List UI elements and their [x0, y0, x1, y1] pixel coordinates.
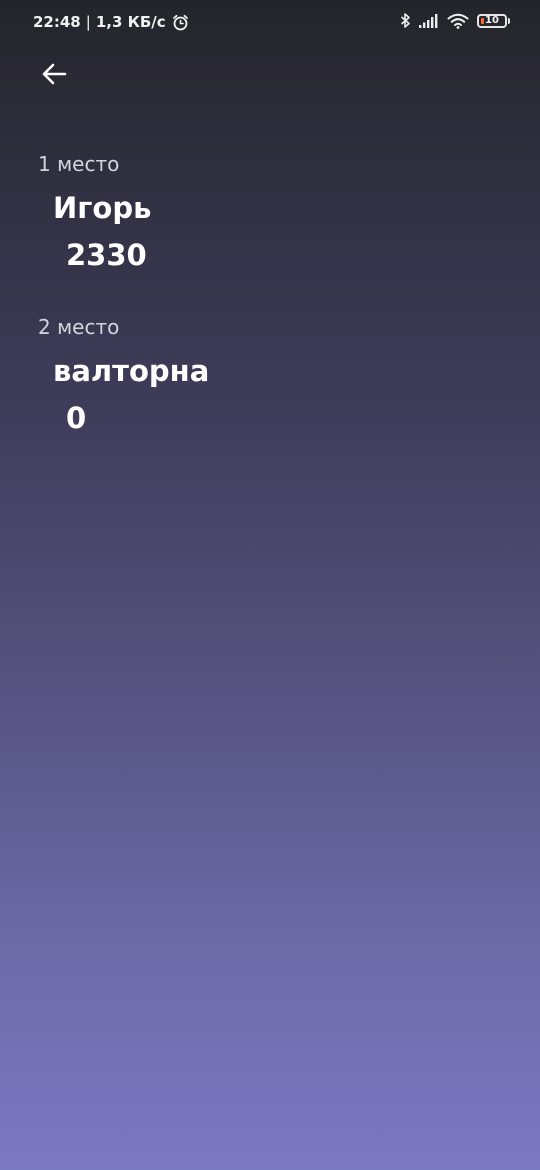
back-button[interactable] — [36, 56, 72, 92]
place-label: 2 место — [38, 315, 120, 339]
status-separator: | — [85, 13, 91, 31]
arrow-left-icon — [41, 63, 67, 85]
status-right: 10 — [400, 12, 510, 29]
battery-body: 10 — [477, 13, 507, 28]
bluetooth-icon — [400, 12, 411, 29]
player-score: 0 — [66, 401, 87, 435]
player-name: Игорь — [53, 191, 152, 225]
battery-cap — [508, 17, 510, 24]
player-name: валторна — [53, 354, 210, 388]
status-time: 22:48 — [33, 13, 81, 31]
place-label: 1 место — [38, 152, 120, 176]
status-left: 22:48 | 1,3 КБ/с — [33, 13, 189, 31]
signal-icon — [419, 13, 439, 28]
status-network-speed: 1,3 КБ/с — [95, 13, 166, 31]
alarm-icon — [172, 14, 189, 31]
status-bar: 22:48 | 1,3 КБ/с 10 — [0, 0, 540, 48]
battery-level: 10 — [485, 14, 499, 26]
player-score: 2330 — [66, 238, 147, 272]
wifi-icon — [447, 13, 469, 29]
battery-icon: 10 — [477, 13, 510, 28]
